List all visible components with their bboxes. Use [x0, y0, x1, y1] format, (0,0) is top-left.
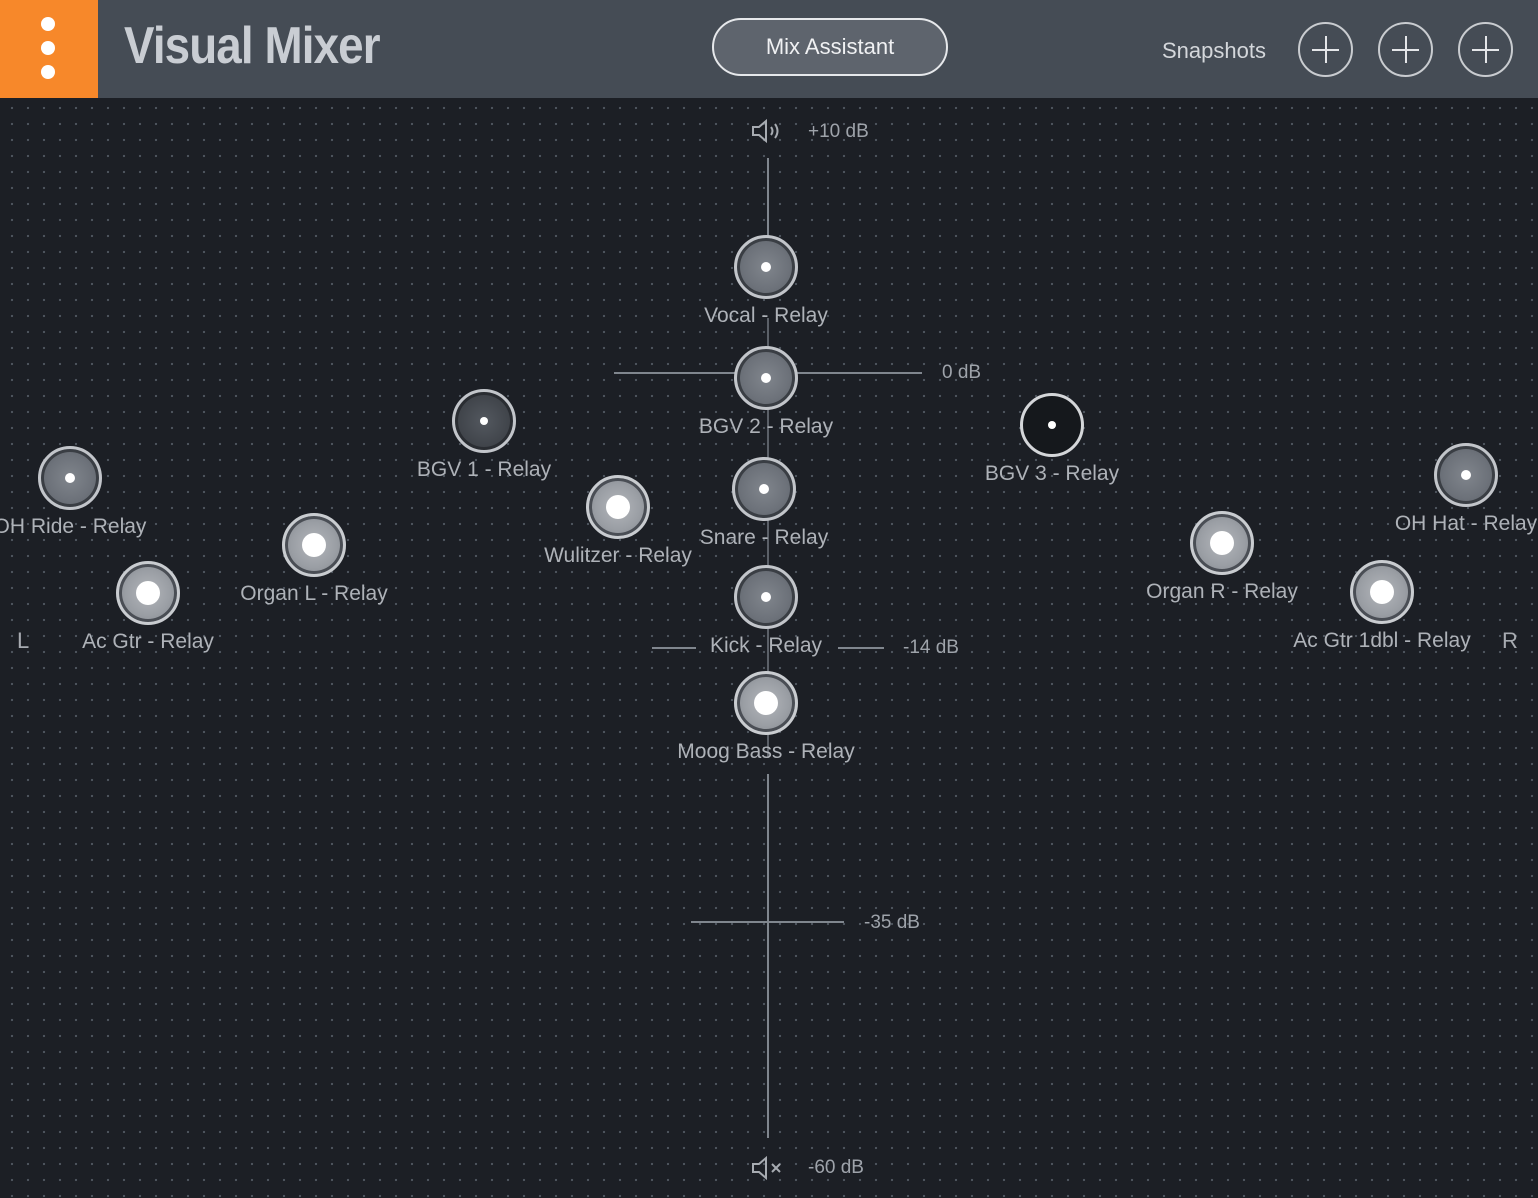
pan-right-label: R — [1502, 628, 1518, 653]
track-node[interactable] — [734, 565, 798, 629]
snapshot-add-button-1[interactable] — [1298, 22, 1353, 77]
app-title: Visual Mixer — [124, 17, 381, 75]
header-bar: Visual Mixer Mix Assistant Snapshots — [0, 0, 1538, 98]
track-node-center — [302, 533, 326, 557]
track-label[interactable]: Ac Gtr - Relay — [82, 630, 214, 654]
track-node-center — [759, 484, 769, 494]
track-node-center — [754, 691, 778, 715]
track-label[interactable]: Organ R - Relay — [1146, 580, 1298, 604]
track-label[interactable]: Snare - Relay — [700, 526, 828, 550]
track-node[interactable] — [452, 389, 516, 453]
track-label[interactable]: BGV 3 - Relay — [985, 462, 1119, 486]
track-node[interactable] — [734, 671, 798, 735]
track-label[interactable]: Organ L - Relay — [240, 582, 387, 606]
track-label[interactable]: BGV 1 - Relay — [417, 458, 551, 482]
track-label[interactable]: Vocal - Relay — [704, 304, 828, 328]
mixer-canvas[interactable]: +10 dB 0 dB -14 dB -35 dB -60 dB L R Voc… — [0, 98, 1538, 1198]
track-node[interactable] — [116, 561, 180, 625]
track-node[interactable] — [732, 457, 796, 521]
track-node-center — [761, 373, 771, 383]
kebab-menu-icon — [41, 41, 55, 55]
track-node[interactable] — [1190, 511, 1254, 575]
top-db-label: +10 dB — [808, 121, 869, 142]
track-node-center — [1461, 470, 1471, 480]
minus14-db-label: -14 dB — [903, 637, 959, 658]
kebab-menu-icon — [41, 65, 55, 79]
speaker-mute-icon — [752, 1155, 781, 1181]
zero-db-label: 0 dB — [942, 362, 982, 383]
speaker-volume-icon — [752, 118, 779, 144]
track-label[interactable]: Ac Gtr 1dbl - Relay — [1293, 629, 1470, 653]
mix-assistant-button[interactable]: Mix Assistant — [712, 18, 948, 76]
snapshot-add-button-2[interactable] — [1378, 22, 1433, 77]
track-node-center — [1210, 531, 1234, 555]
snapshot-add-button-3[interactable] — [1458, 22, 1513, 77]
track-node[interactable] — [282, 513, 346, 577]
track-node-center — [136, 581, 160, 605]
track-node[interactable] — [734, 235, 798, 299]
kebab-menu-icon — [41, 17, 55, 31]
track-node[interactable] — [1020, 393, 1084, 457]
track-label[interactable]: OH Hat - Relay — [1395, 512, 1537, 536]
track-node-center — [65, 473, 75, 483]
track-label[interactable]: BGV 2 - Relay — [699, 415, 833, 439]
track-node-center — [606, 495, 630, 519]
main-menu-button[interactable] — [0, 0, 98, 98]
minus35-db-label: -35 dB — [864, 912, 920, 933]
track-node-center — [1048, 421, 1056, 429]
track-label[interactable]: Kick - Relay — [710, 634, 822, 658]
track-label[interactable]: Wulitzer - Relay — [544, 544, 692, 568]
track-node[interactable] — [38, 446, 102, 510]
track-label[interactable]: Moog Bass - Relay — [677, 740, 854, 764]
minus14-line-right — [838, 647, 884, 649]
track-label[interactable]: OH Ride - Relay — [0, 515, 146, 539]
minus14-line-left — [652, 647, 696, 649]
track-node-center — [761, 262, 771, 272]
track-node[interactable] — [734, 346, 798, 410]
track-node-center — [480, 417, 488, 425]
track-node[interactable] — [1434, 443, 1498, 507]
bottom-db-label: -60 dB — [808, 1157, 864, 1178]
vertical-axis-upper — [767, 158, 769, 238]
pan-left-label: L — [17, 628, 30, 653]
track-node-center — [761, 592, 771, 602]
snapshots-label: Snapshots — [1162, 38, 1266, 63]
track-node[interactable] — [1350, 560, 1414, 624]
minus35-line — [691, 921, 844, 923]
track-node[interactable] — [586, 475, 650, 539]
track-node-center — [1370, 580, 1394, 604]
vertical-axis-lower — [767, 774, 769, 1138]
